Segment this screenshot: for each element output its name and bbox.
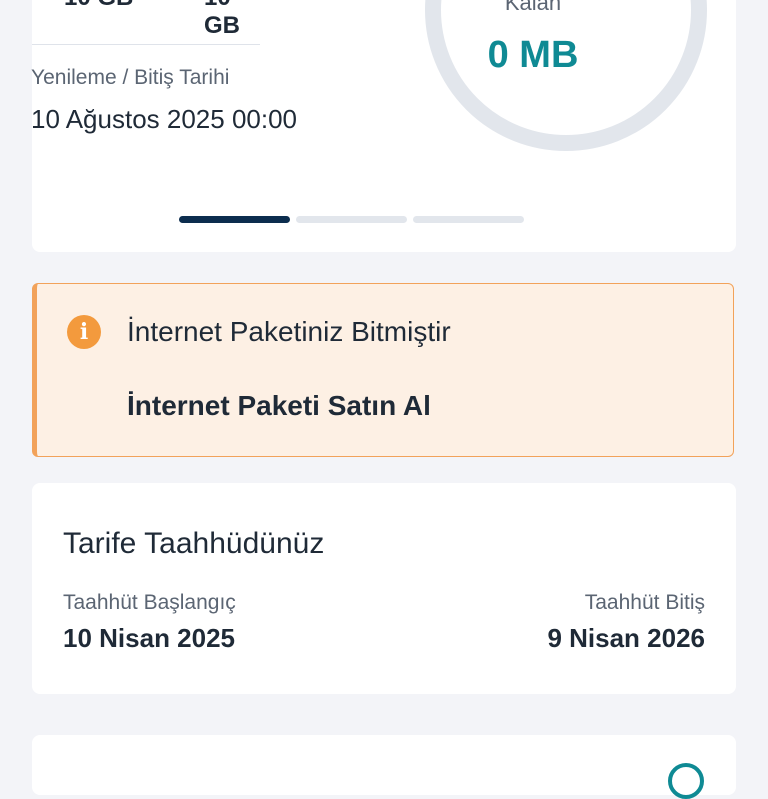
total-value: 10 GB <box>204 0 240 39</box>
next-card[interactable] <box>32 735 736 799</box>
gauge-value: 0 MB <box>487 34 579 76</box>
circle-icon <box>668 763 704 799</box>
package-expired-banner: i İnternet Paketiniz Bitmiştir İnternet … <box>32 283 734 457</box>
pager-dot-3[interactable] <box>413 216 524 223</box>
warning-title: İnternet Paketiniz Bitmiştir <box>127 316 451 347</box>
tariff-title: Tarife Taahhüdünüz <box>63 527 325 560</box>
commitment-start-value: 10 Nisan 2025 <box>63 623 236 653</box>
used-value: 10 GB <box>64 0 133 12</box>
remaining-gauge <box>425 0 707 151</box>
tariff-commitment-card: Tarife Taahhüdünüz Taahhüt Başlangıç 10 … <box>32 483 736 694</box>
renewal-label: Yenileme / Bitiş Tarihi <box>31 66 230 89</box>
gauge-label: Kalan <box>504 0 562 15</box>
info-icon: i <box>67 315 101 349</box>
pager-dot-1[interactable] <box>179 216 290 223</box>
commitment-end-label: Taahhüt Bitiş <box>584 591 705 614</box>
commitment-start-label: Taahhüt Başlangıç <box>63 591 236 614</box>
usage-divider <box>32 44 260 45</box>
pager-dot-2[interactable] <box>296 216 407 223</box>
buy-internet-package-link[interactable]: İnternet Paketi Satın Al <box>127 390 431 422</box>
renewal-date: 10 Ağustos 2025 00:00 <box>31 104 298 134</box>
commitment-end-value: 9 Nisan 2026 <box>547 623 705 653</box>
